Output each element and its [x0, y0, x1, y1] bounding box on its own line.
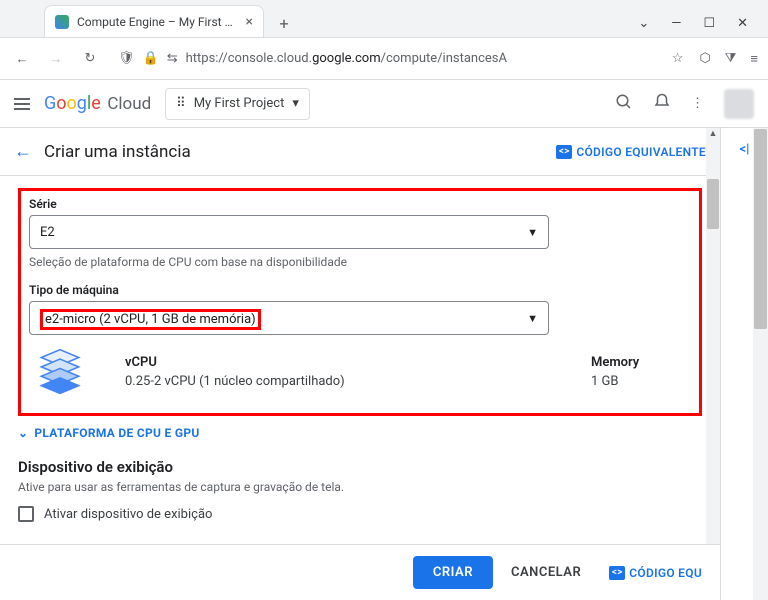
url-text: https://console.cloud.google.com/compute…: [186, 51, 664, 66]
project-name: My First Project: [194, 96, 285, 111]
display-checkbox-row[interactable]: Ativar dispositivo de exibição: [18, 506, 702, 522]
code-equivalent-link[interactable]: <> CÓDIGO EQUIVALENTE: [556, 145, 706, 159]
chevron-down-icon: ⌄: [18, 426, 28, 440]
series-dropdown[interactable]: E2 ▼: [29, 215, 549, 249]
vcpu-value: 0.25-2 vCPU (1 núcleo compartilhado): [125, 374, 551, 389]
inner-scrollbar[interactable]: ▲: [706, 128, 720, 544]
browser-tab[interactable]: Compute Engine – My First Proj ×: [44, 5, 264, 37]
notifications-icon[interactable]: [653, 93, 671, 115]
highlight-box: Série E2 ▼ Seleção de plataforma de CPU …: [18, 188, 702, 416]
machine-type-dropdown[interactable]: e2-micro (2 vCPU, 1 GB de memória) ▼: [29, 301, 549, 335]
window-controls: ⌄ — ☐ ✕: [638, 16, 762, 37]
hamburger-menu-icon[interactable]: [14, 98, 30, 110]
project-dots-icon: ⠿: [176, 96, 186, 111]
caret-down-icon: ▼: [527, 226, 538, 239]
code-icon: <>: [556, 145, 572, 159]
vcpu-head: vCPU: [125, 355, 551, 370]
display-section-title: Dispositivo de exibição: [18, 458, 702, 476]
cpu-gpu-platform-expander[interactable]: ⌄ PLATAFORMA DE CPU E GPU: [18, 426, 702, 440]
form-body: Série E2 ▼ Seleção de plataforma de CPU …: [0, 176, 720, 544]
toggle-icon[interactable]: ⇆: [167, 51, 178, 66]
favicon-icon: [55, 15, 69, 29]
cloud-header: Google Cloud ⠿ My First Project ▾ ⋮: [0, 80, 768, 128]
lock-icon[interactable]: 🔒: [143, 51, 159, 66]
close-tab-icon[interactable]: ×: [246, 14, 253, 30]
scrollbar-thumb[interactable]: [707, 179, 719, 229]
memory-value: 1 GB: [591, 374, 691, 389]
display-section-desc: Ative para usar as ferramentas de captur…: [18, 480, 702, 494]
page-back-button[interactable]: ←: [14, 141, 32, 162]
maximize-icon[interactable]: ☐: [703, 16, 715, 31]
close-window-icon[interactable]: ✕: [737, 16, 748, 31]
browser-tab-strip: Compute Engine – My First Proj × + ⌄ — ☐…: [0, 0, 768, 38]
star-icon[interactable]: ☆: [672, 51, 684, 66]
series-value: E2: [40, 225, 55, 240]
page-title: Criar uma instância: [44, 142, 191, 162]
machine-type-label: Tipo de máquina: [29, 283, 691, 297]
machine-type-value: e2-micro (2 vCPU, 1 GB de memória): [40, 309, 261, 330]
forward-button[interactable]: →: [44, 47, 68, 71]
project-picker[interactable]: ⠿ My First Project ▾: [165, 88, 310, 120]
footer-code-link[interactable]: <> CÓDIGO EQU: [609, 566, 702, 580]
cancel-button[interactable]: CANCELAR: [511, 565, 581, 580]
back-button[interactable]: ←: [10, 47, 34, 71]
new-tab-button[interactable]: +: [270, 9, 298, 37]
search-icon[interactable]: [615, 93, 633, 115]
account-avatar[interactable]: [724, 89, 754, 119]
more-icon[interactable]: ⋮: [691, 96, 704, 111]
url-box[interactable]: 🛡 🔒 ⇆ https://console.cloud.google.com/c…: [112, 51, 689, 66]
form-footer: CRIAR CANCELAR <> CÓDIGO EQU: [0, 544, 720, 600]
window-scrollbar[interactable]: [753, 128, 768, 600]
scrollbar-thumb[interactable]: [754, 129, 767, 329]
chevron-down-icon[interactable]: ⌄: [638, 16, 649, 31]
minimize-icon[interactable]: —: [671, 16, 681, 31]
menu-icon[interactable]: ≡: [750, 51, 758, 67]
pocket-icon[interactable]: ⬡: [699, 51, 710, 67]
display-checkbox-label: Ativar dispositivo de exibição: [44, 507, 212, 522]
tab-title: Compute Engine – My First Proj: [77, 15, 238, 29]
caret-down-icon: ▼: [527, 312, 538, 325]
extensions-icon[interactable]: ⧩: [725, 51, 737, 67]
machine-summary: vCPU 0.25-2 vCPU (1 núcleo compartilhado…: [29, 345, 691, 399]
series-label: Série: [29, 197, 691, 211]
shield-icon[interactable]: 🛡: [118, 51, 135, 66]
machine-stack-icon: [35, 345, 85, 399]
memory-head: Memory: [591, 355, 691, 370]
google-cloud-logo[interactable]: Google Cloud: [44, 93, 151, 114]
code-icon: <>: [609, 566, 625, 580]
create-button[interactable]: CRIAR: [413, 556, 493, 589]
reload-button[interactable]: ↻: [78, 47, 102, 71]
series-hint: Seleção de plataforma de CPU com base na…: [29, 255, 691, 269]
display-checkbox[interactable]: [18, 506, 34, 522]
page-bar: ← Criar uma instância <> CÓDIGO EQUIVALE…: [0, 128, 720, 176]
caret-down-icon: ▾: [292, 96, 299, 111]
address-bar: ← → ↻ 🛡 🔒 ⇆ https://console.cloud.google…: [0, 38, 768, 80]
